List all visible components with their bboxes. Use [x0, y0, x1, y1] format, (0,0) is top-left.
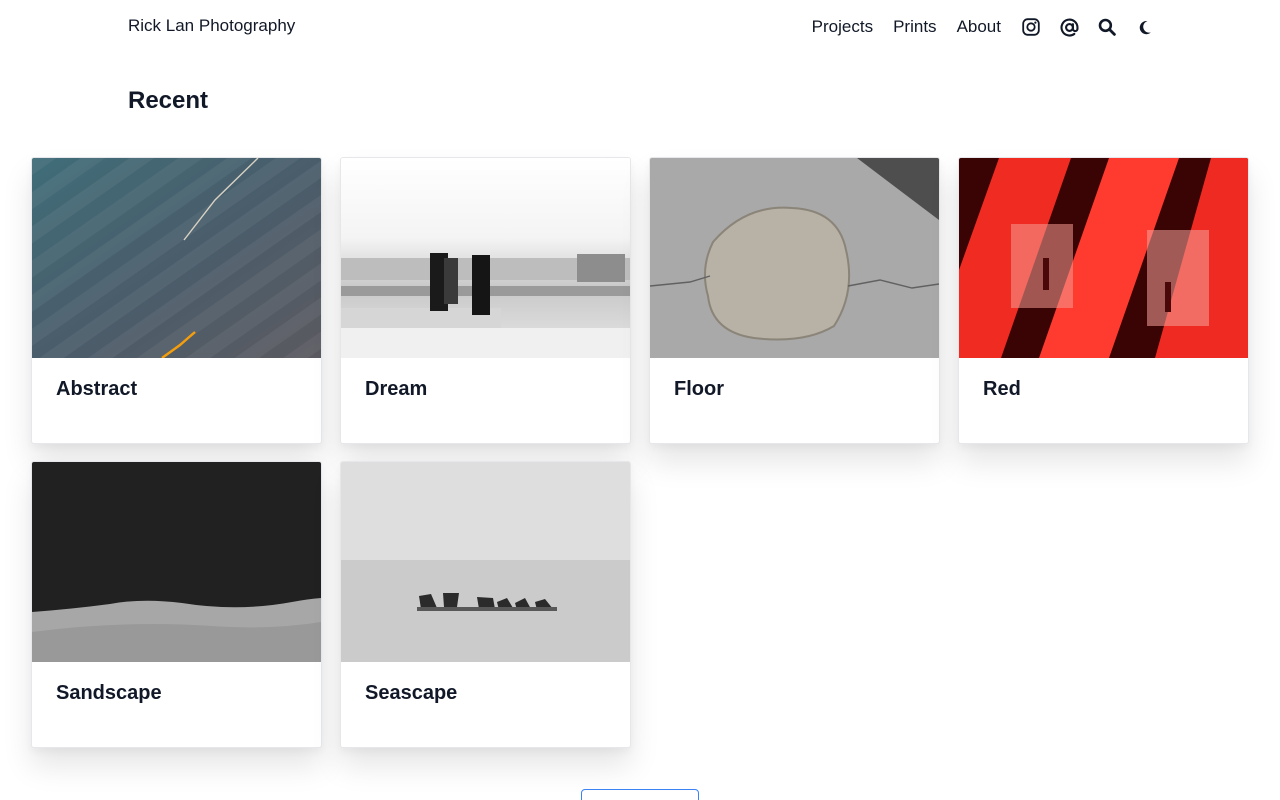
instagram-icon[interactable]	[1020, 16, 1042, 38]
site-brand-link[interactable]: Rick Lan Photography	[128, 16, 295, 36]
card-title[interactable]: Sandscape	[56, 682, 162, 705]
nav-about-link[interactable]: About	[957, 17, 1001, 37]
floor-thumbnail-image[interactable]	[650, 158, 939, 358]
recent-heading: Recent	[128, 87, 209, 114]
project-card-dream[interactable]: Dream	[340, 157, 631, 444]
at-sign-icon[interactable]	[1058, 16, 1080, 38]
project-card-floor[interactable]: Floor	[649, 157, 940, 444]
moon-icon[interactable]	[1134, 16, 1156, 38]
site-header: Rick Lan Photography Projects Prints Abo…	[0, 0, 1280, 54]
search-icon[interactable]	[1096, 16, 1118, 38]
nav-prints-link[interactable]: Prints	[893, 17, 936, 37]
card-title[interactable]: Red	[983, 378, 1021, 401]
sandscape-thumbnail-image[interactable]	[32, 462, 321, 662]
card-title[interactable]: Dream	[365, 378, 427, 401]
card-title[interactable]: Abstract	[56, 378, 137, 401]
nav-projects-link[interactable]: Projects	[812, 17, 873, 37]
project-card-seascape[interactable]: Seascape	[340, 461, 631, 748]
seascape-thumbnail-image[interactable]	[341, 462, 630, 662]
red-thumbnail-image[interactable]	[959, 158, 1248, 358]
more-projects-button[interactable]	[581, 789, 699, 800]
card-title[interactable]: Floor	[674, 378, 724, 401]
project-card-abstract[interactable]: Abstract	[31, 157, 322, 444]
dream-thumbnail-image[interactable]	[341, 158, 630, 358]
project-card-red[interactable]: Red	[958, 157, 1249, 444]
main-nav: Projects Prints About	[812, 14, 1156, 40]
card-title[interactable]: Seascape	[365, 682, 457, 705]
abstract-thumbnail-image[interactable]	[32, 158, 321, 358]
project-card-sandscape[interactable]: Sandscape	[31, 461, 322, 748]
